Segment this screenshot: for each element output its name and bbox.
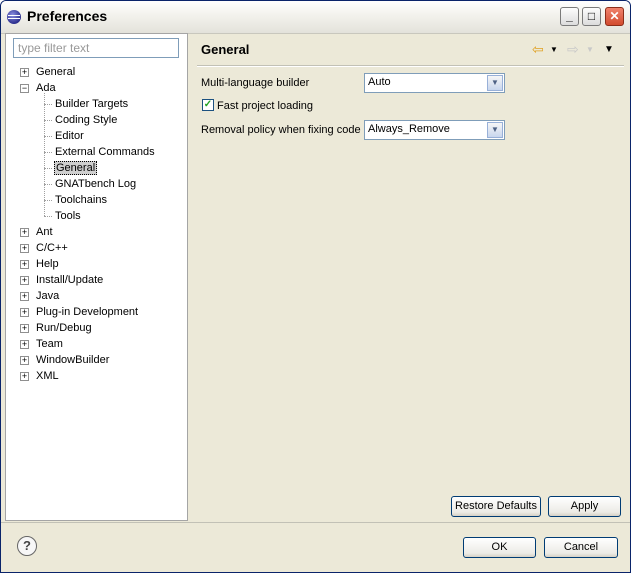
tree-item-label: External Commands (55, 146, 155, 158)
tree-item[interactable]: Coding Style (44, 112, 118, 128)
tree-item[interactable]: Toolchains (44, 192, 108, 208)
tree-item-label: WindowBuilder (36, 354, 110, 366)
tree-item-label: Toolchains (55, 194, 107, 206)
tree-connector (44, 120, 52, 121)
restore-defaults-button[interactable]: Restore Defaults (451, 496, 541, 517)
tree-item[interactable]: + Plug-in Development (20, 304, 139, 320)
chevron-down-icon[interactable]: ▼ (487, 122, 503, 138)
tree-item-label: Builder Targets (55, 98, 129, 110)
tree-item-label: Install/Update (36, 274, 104, 286)
tree-item-label: Ada (36, 82, 56, 94)
tree-connector (44, 104, 52, 105)
eclipse-icon (7, 10, 21, 24)
tree-item[interactable]: + C/C++ (20, 240, 69, 256)
title-separator (197, 65, 624, 67)
tree-item[interactable]: + Ant (20, 224, 54, 240)
tree-connector (44, 200, 52, 201)
tree-item-label: General (54, 161, 98, 175)
fast-loading-label: Fast project loading (217, 100, 313, 112)
removal-policy-label: Removal policy when fixing code (201, 124, 361, 136)
tree-connector (44, 184, 52, 185)
expand-icon[interactable]: + (20, 356, 29, 365)
tree-item-label: Editor (55, 130, 84, 142)
tree-item-label: XML (36, 370, 59, 382)
tree-connector (44, 136, 52, 137)
expand-icon[interactable]: + (20, 340, 29, 349)
preference-page: General ⇦ ▼ ⇨ ▼ ▼ Multi-language builder… (189, 33, 630, 521)
tree-item[interactable]: − Ada (20, 80, 57, 96)
expand-icon[interactable]: + (20, 308, 29, 317)
forward-arrow-icon[interactable]: ⇨ (567, 41, 579, 58)
tree-item-label: Run/Debug (36, 322, 92, 334)
tree-item-label: Team (36, 338, 63, 350)
ok-button[interactable]: OK (463, 537, 536, 558)
tree-item-label: Plug-in Development (36, 306, 139, 318)
tree-item[interactable]: + General (20, 64, 76, 80)
removal-policy-value: Always_Remove (368, 123, 450, 135)
tree-item[interactable]: General (44, 160, 98, 176)
cancel-button[interactable]: Cancel (544, 537, 618, 558)
multi-language-combo[interactable]: Auto ▼ (364, 73, 505, 93)
back-history-dropdown-icon[interactable]: ▼ (550, 45, 558, 54)
tree-item-label: Java (36, 290, 60, 302)
tree-item[interactable]: GNATbench Log (44, 176, 137, 192)
page-title: General (201, 42, 250, 57)
tree-item-label: GNATbench Log (55, 178, 137, 190)
tree-item[interactable]: + XML (20, 368, 60, 384)
tree-item[interactable]: Editor (44, 128, 85, 144)
tree-item[interactable]: External Commands (44, 144, 156, 160)
filter-input[interactable]: type filter text (13, 38, 179, 58)
tree-connector (44, 93, 45, 216)
tree-item[interactable]: + Install/Update (20, 272, 104, 288)
tree-connector (44, 168, 52, 169)
maximize-button[interactable]: □ (582, 7, 601, 26)
multi-language-value: Auto (368, 76, 391, 88)
view-menu-icon[interactable]: ▼ (604, 44, 614, 55)
removal-policy-combo[interactable]: Always_Remove ▼ (364, 120, 505, 140)
bottom-separator (1, 522, 630, 523)
expand-icon[interactable]: + (20, 260, 29, 269)
fast-loading-checkbox[interactable]: ✓ (202, 99, 214, 111)
tree-item[interactable]: + Java (20, 288, 60, 304)
preferences-window: Preferences _ □ ✕ type filter text + Gene… (0, 0, 631, 573)
tree-item[interactable]: Tools (44, 208, 82, 224)
preference-tree-panel: type filter text + General − Ada Builder Tar… (5, 33, 188, 521)
back-arrow-icon[interactable]: ⇦ (532, 41, 544, 58)
tree-item[interactable]: + Run/Debug (20, 320, 93, 336)
tree-item-label: Coding Style (55, 114, 118, 126)
expand-icon[interactable]: + (20, 372, 29, 381)
title-bar: Preferences _ □ ✕ (1, 1, 630, 34)
expand-icon[interactable]: + (20, 292, 29, 301)
tree-item-label: C/C++ (36, 242, 68, 254)
minimize-button[interactable]: _ (560, 7, 579, 26)
help-icon[interactable]: ? (17, 536, 37, 556)
apply-button[interactable]: Apply (548, 496, 621, 517)
expand-icon[interactable]: + (20, 276, 29, 285)
tree-item[interactable]: + Help (20, 256, 60, 272)
close-button[interactable]: ✕ (605, 7, 624, 26)
expand-icon[interactable]: + (20, 324, 29, 333)
tree-item[interactable]: Builder Targets (44, 96, 129, 112)
tree-item-label: General (36, 66, 76, 78)
expand-icon[interactable]: + (20, 244, 29, 253)
collapse-icon[interactable]: − (20, 84, 29, 93)
chevron-down-icon[interactable]: ▼ (487, 75, 503, 91)
expand-icon[interactable]: + (20, 68, 29, 77)
forward-history-dropdown-icon[interactable]: ▼ (586, 45, 594, 54)
multi-language-label: Multi-language builder (201, 77, 310, 89)
tree-connector (44, 216, 52, 217)
tree-connector (44, 152, 52, 153)
window-title: Preferences (27, 8, 108, 24)
tree-item-label: Ant (36, 226, 53, 238)
expand-icon[interactable]: + (20, 228, 29, 237)
tree-item[interactable]: + WindowBuilder (20, 352, 110, 368)
tree-item-label: Tools (55, 210, 81, 222)
tree-item-label: Help (36, 258, 59, 270)
tree-item[interactable]: + Team (20, 336, 64, 352)
